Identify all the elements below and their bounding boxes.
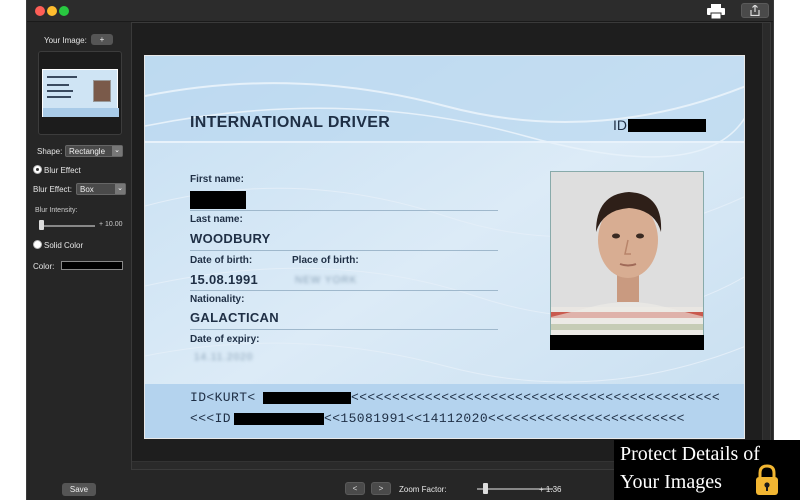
next-button[interactable]: > bbox=[371, 482, 391, 495]
dob-value: 15.08.1991 bbox=[190, 272, 259, 287]
shape-select[interactable]: Rectangle ⌄ bbox=[65, 145, 123, 157]
blur-intensity-value: + 10.00 bbox=[99, 221, 123, 228]
shape-label: Shape: bbox=[37, 147, 63, 156]
redaction-box[interactable] bbox=[263, 392, 351, 404]
add-image-button[interactable]: + bbox=[91, 34, 113, 45]
settings-sidebar: Your Image: + Shape: Rectangle ⌄ Blur Ef… bbox=[27, 22, 131, 500]
zoom-window-button[interactable] bbox=[59, 6, 69, 16]
blur-effect-radio-label: Blur Effect bbox=[44, 166, 81, 175]
title-bar bbox=[27, 0, 773, 22]
field-divider bbox=[190, 290, 498, 291]
promo-overlay: Protect Details of Your Images bbox=[614, 440, 800, 500]
nationality-label: Nationality: bbox=[190, 294, 245, 305]
share-icon bbox=[750, 5, 760, 16]
share-button[interactable] bbox=[741, 3, 769, 18]
redaction-box[interactable] bbox=[234, 413, 324, 425]
mrz-line1-suffix: <<<<<<<<<<<<<<<<<<<<<<<<<<<<<<<<<<<<<<<<… bbox=[351, 390, 721, 405]
promo-line2: Your Images bbox=[620, 471, 722, 493]
mrz-line2-suffix: <<15081991<<14112020<<<<<<<<<<<<<<<<<<<<… bbox=[324, 411, 685, 426]
close-window-button[interactable] bbox=[35, 6, 45, 16]
mrz-line1-prefix: ID<KURT< bbox=[190, 390, 256, 405]
field-divider bbox=[190, 210, 498, 211]
blur-effect-select-value: Box bbox=[80, 185, 94, 194]
solid-color-radio-label: Solid Color bbox=[44, 241, 84, 250]
solid-color-radio[interactable] bbox=[33, 240, 42, 249]
previous-button[interactable]: < bbox=[345, 482, 365, 495]
zoom-factor-slider-knob[interactable] bbox=[483, 483, 488, 494]
blur-effect-select[interactable]: Box ⌄ bbox=[76, 183, 126, 195]
zoom-factor-label: Zoom Factor: bbox=[399, 485, 447, 494]
minimize-window-button[interactable] bbox=[47, 6, 57, 16]
chevron-down-icon: ⌄ bbox=[112, 146, 122, 156]
vertical-scrollbar[interactable] bbox=[762, 23, 770, 469]
zoom-factor-value: + 1.36 bbox=[539, 485, 562, 494]
blur-intensity-slider[interactable] bbox=[41, 225, 95, 227]
image-thumbnail-box[interactable] bbox=[38, 51, 122, 135]
chevron-down-icon: ⌄ bbox=[115, 184, 125, 194]
card-id-label: ID bbox=[613, 117, 627, 133]
color-label: Color: bbox=[33, 262, 55, 271]
blur-effect-radio[interactable] bbox=[33, 165, 42, 174]
dob-label: Date of birth: bbox=[190, 255, 253, 266]
save-button[interactable]: Save bbox=[62, 483, 96, 496]
expiry-value-blurred: 14.11.2020 bbox=[194, 352, 254, 363]
redaction-box[interactable] bbox=[628, 119, 706, 132]
shape-select-value: Rectangle bbox=[69, 147, 106, 156]
your-image-label: Your Image: bbox=[44, 36, 87, 45]
portrait-photo bbox=[550, 171, 704, 349]
nationality-value: GALACTICAN bbox=[190, 310, 279, 325]
lock-icon bbox=[756, 464, 778, 495]
expiry-label: Date of expiry: bbox=[190, 334, 260, 345]
blur-intensity-label: Blur Intensity: bbox=[35, 207, 78, 214]
redaction-box[interactable] bbox=[550, 335, 704, 350]
pob-value-blurred: NEW YORK bbox=[295, 275, 358, 286]
field-divider bbox=[190, 250, 498, 251]
pob-label: Place of birth: bbox=[292, 255, 359, 266]
blur-intensity-slider-knob[interactable] bbox=[39, 220, 44, 230]
promo-line1: Protect Details of bbox=[620, 443, 760, 465]
image-thumbnail bbox=[42, 69, 119, 117]
blur-effect-label: Blur Effect: bbox=[33, 185, 72, 194]
first-name-label: First name: bbox=[190, 174, 244, 185]
print-icon[interactable] bbox=[707, 4, 725, 20]
field-divider bbox=[190, 329, 498, 330]
card-heading: INTERNATIONAL DRIVER bbox=[190, 114, 391, 131]
redaction-box[interactable] bbox=[190, 191, 246, 209]
id-card-image[interactable]: INTERNATIONAL DRIVER ID First name: Last… bbox=[144, 55, 745, 439]
color-well[interactable] bbox=[61, 261, 123, 270]
mrz-line2-prefix: <<<ID bbox=[190, 411, 232, 426]
last-name-value: WOODBURY bbox=[190, 231, 271, 246]
last-name-label: Last name: bbox=[190, 214, 243, 225]
